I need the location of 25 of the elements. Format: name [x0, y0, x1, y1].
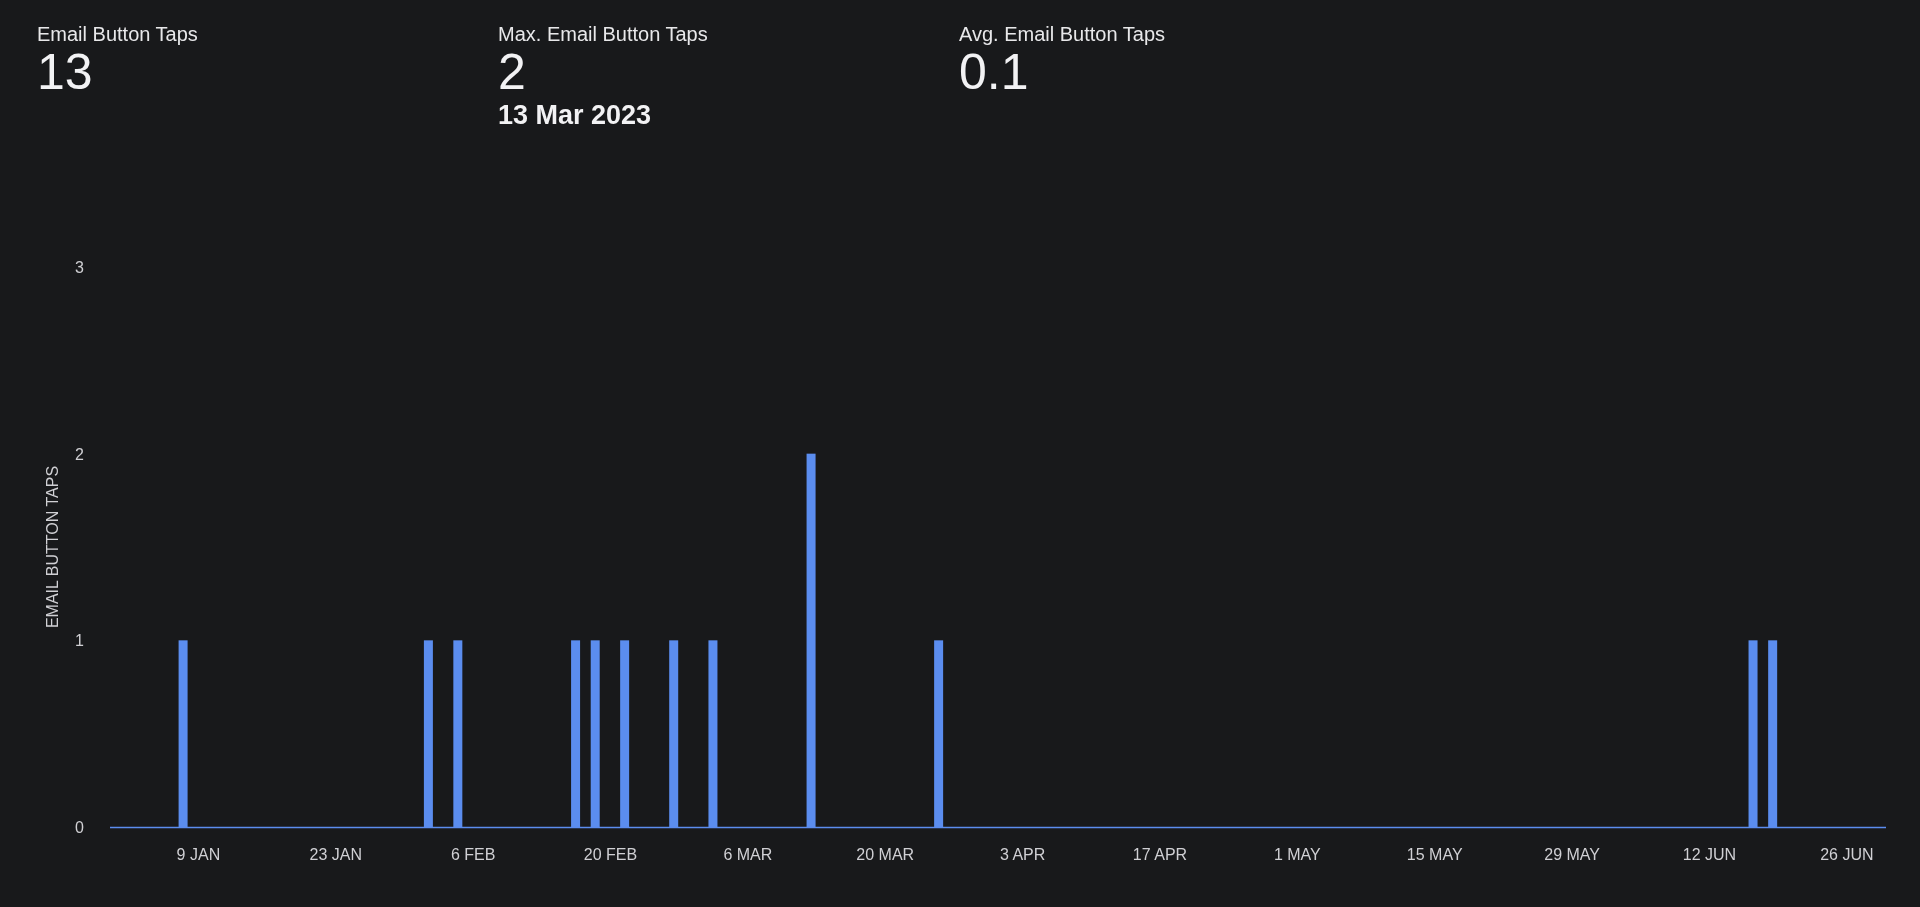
y-tick-label: 2 — [75, 445, 84, 463]
stat-value: 13 — [37, 46, 94, 99]
x-tick-label: 23 JAN — [309, 846, 362, 863]
x-tick-label: 20 FEB — [583, 846, 638, 863]
x-tick-label: 15 MAY — [1406, 846, 1463, 863]
x-tick-label: 20 MAR — [856, 846, 915, 863]
x-tick-label: 6 FEB — [450, 846, 496, 863]
x-tick-label: 29 MAY — [1544, 846, 1600, 863]
x-tick-label: 26 JUN — [1820, 846, 1874, 863]
y-tick-label: 0 — [75, 819, 84, 836]
stat-label: Max. Email Button Taps — [498, 22, 709, 46]
stat-date: 13 Mar 2023 — [498, 98, 653, 131]
stat-value: 2 — [498, 46, 527, 99]
x-tick-label: 17 APR — [1132, 846, 1188, 863]
x-tick-label: 12 JUN — [1682, 846, 1737, 863]
x-tick-label: 6 MAR — [723, 846, 773, 863]
x-tick-label: 1 MAY — [1273, 846, 1321, 863]
stat-value: 0.1 — [959, 46, 1030, 99]
x-tick-label: 3 APR — [999, 846, 1046, 863]
y-tick-label: 3 — [75, 259, 84, 276]
x-tick-label: 9 JAN — [176, 846, 221, 863]
y-axis-label: EMAIL BUTTON TAPS — [44, 465, 61, 629]
stat-label: Email Button Taps — [37, 22, 199, 46]
y-tick-label: 1 — [75, 632, 84, 650]
stat-label: Avg. Email Button Taps — [959, 22, 1167, 46]
